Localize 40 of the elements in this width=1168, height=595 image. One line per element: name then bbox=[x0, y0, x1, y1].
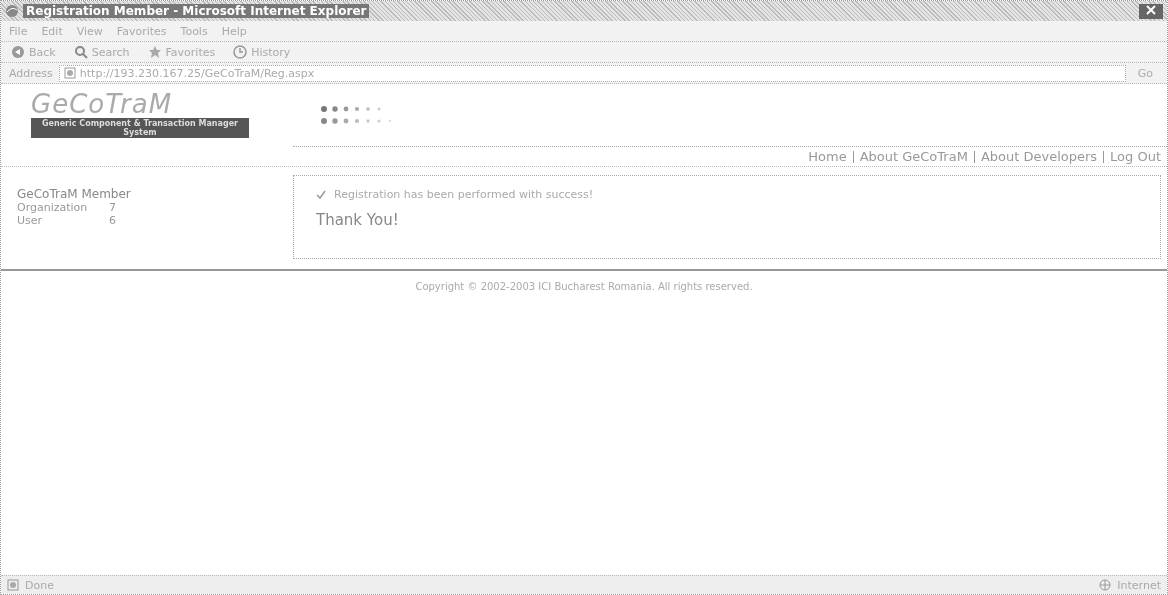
member-title: GeCoTraM Member bbox=[17, 187, 132, 201]
zone-text: Internet bbox=[1117, 578, 1161, 592]
address-field[interactable]: http://193.230.167.25/GeCoTraM/Reg.aspx bbox=[58, 64, 1126, 82]
field-label: User bbox=[17, 214, 44, 227]
thank-you-text: Thank You! bbox=[316, 211, 400, 229]
clock-icon bbox=[233, 45, 248, 59]
nav-link[interactable]: Home bbox=[808, 149, 847, 164]
nav-link[interactable]: About GeCoTraM bbox=[859, 149, 968, 164]
check-icon bbox=[316, 189, 326, 200]
star-icon bbox=[147, 45, 162, 59]
globe-icon bbox=[1099, 579, 1112, 591]
page-icon bbox=[63, 67, 76, 79]
menu-item[interactable]: File bbox=[9, 24, 28, 38]
page-icon bbox=[7, 579, 19, 591]
menu-item[interactable]: Tools bbox=[180, 24, 208, 38]
menu-item[interactable]: View bbox=[76, 24, 103, 38]
nav-link[interactable]: About Developers bbox=[980, 149, 1098, 164]
menu-item[interactable]: Favorites bbox=[116, 24, 167, 38]
logo-tagline: Generic Component & Transaction Manager System bbox=[31, 118, 249, 138]
field-label: Organization bbox=[17, 201, 89, 214]
go-button[interactable]: Go bbox=[1131, 65, 1159, 81]
menu-item[interactable]: Edit bbox=[41, 24, 63, 38]
field-value: 7 bbox=[109, 201, 116, 214]
browser-icon bbox=[5, 4, 19, 18]
window-title: Registration Member - Microsoft Internet Explorer bbox=[23, 4, 370, 18]
close-icon bbox=[1146, 5, 1156, 15]
search-icon bbox=[73, 45, 88, 59]
close-button[interactable] bbox=[1139, 3, 1163, 19]
address-label: Address bbox=[9, 66, 53, 80]
history-button[interactable]: History bbox=[231, 45, 293, 59]
field-value: 6 bbox=[109, 214, 116, 227]
nav-link[interactable]: Log Out bbox=[1110, 149, 1161, 164]
copyright-text: Copyright © 2002-2003 ICI Bucharest Romania. All rights reserved. bbox=[415, 281, 753, 292]
status-text: Done bbox=[25, 578, 54, 592]
site-logo: GeCoTraM bbox=[31, 90, 173, 118]
favorites-button[interactable]: Favorites bbox=[145, 45, 218, 59]
search-button[interactable]: Search bbox=[71, 45, 132, 59]
success-message: Registration has been performed with success! bbox=[334, 188, 594, 201]
menu-item[interactable]: Help bbox=[221, 24, 247, 38]
back-button[interactable]: Back bbox=[9, 45, 58, 59]
